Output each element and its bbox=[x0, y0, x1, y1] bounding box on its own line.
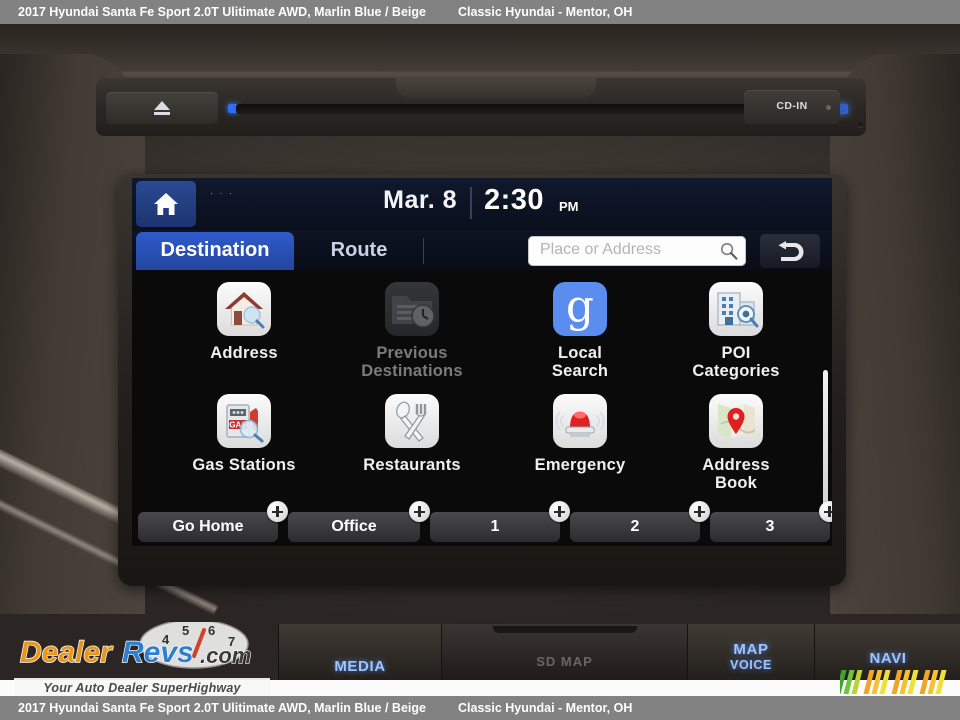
building-search-icon bbox=[709, 282, 763, 336]
status-separator bbox=[470, 187, 472, 219]
shortcut-office[interactable]: Office bbox=[288, 501, 430, 542]
shortcut-2[interactable]: 2 bbox=[570, 501, 710, 542]
status-ampm: PM bbox=[559, 199, 579, 214]
logo-text-dealer: Dealer bbox=[20, 636, 114, 669]
dealer-name-bottom: Classic Hyundai - Mentor, OH bbox=[458, 701, 633, 715]
rainbow-stripes-icon bbox=[840, 670, 947, 694]
tab-route[interactable]: Route bbox=[300, 232, 418, 270]
dealerrevs-logo: 4 5 6 7 Dealer Revs .com bbox=[19, 622, 252, 670]
watermark-tagline: Your Auto Dealer SuperHighway bbox=[14, 678, 270, 698]
grid-item-emergency[interactable]: Emergency bbox=[496, 394, 664, 474]
status-date: Mar. 8 bbox=[383, 186, 457, 214]
logo-text-com: .com bbox=[200, 643, 251, 668]
cd-slot-panel: CD-IN bbox=[96, 78, 866, 136]
nav-status-bar: · · · Mar. 8 2:30 PM bbox=[132, 178, 832, 230]
vehicle-title-top: 2017 Hyundai Santa Fe Sport 2.0T Ulitima… bbox=[18, 5, 426, 19]
sd-map-label: SD MAP bbox=[536, 654, 593, 669]
shortcut-label-1: 1 bbox=[490, 518, 500, 535]
map-voice-button[interactable]: MAP VOICE bbox=[687, 624, 815, 682]
shortcut-label-go-home: Go Home bbox=[172, 518, 244, 535]
add-shortcut-icon-1[interactable] bbox=[549, 501, 570, 522]
house-search-icon bbox=[217, 282, 271, 336]
dash-hood bbox=[0, 24, 960, 76]
grid-item-previous-destinations[interactable]: Previous Destinations bbox=[328, 282, 496, 380]
cd-in-dot bbox=[826, 105, 831, 110]
add-shortcut-icon-3[interactable] bbox=[819, 501, 832, 522]
home-button[interactable] bbox=[136, 181, 196, 227]
cd-in-button[interactable]: CD-IN bbox=[744, 90, 840, 124]
grid-item-address-book[interactable]: Address Book bbox=[652, 394, 820, 492]
shortcut-label-office: Office bbox=[331, 518, 377, 535]
shortcut-bar: Go Home Office 1 2 3 bbox=[132, 501, 832, 546]
destination-icon-grid: Address Previous Destinations g Local Se… bbox=[132, 270, 832, 520]
bottom-caption-bar: 2017 Hyundai Santa Fe Sport 2.0T Ulitima… bbox=[0, 696, 960, 720]
media-button[interactable]: MEDIA bbox=[278, 624, 442, 682]
vehicle-title-bottom: 2017 Hyundai Santa Fe Sport 2.0T Ulitima… bbox=[18, 701, 426, 715]
add-shortcut-icon-2[interactable] bbox=[689, 501, 710, 522]
grid-label-address-book: Address Book bbox=[702, 456, 770, 492]
shortcut-3[interactable]: 3 bbox=[710, 501, 832, 542]
google-g-glyph: g bbox=[565, 282, 595, 332]
dash-screw-dot bbox=[858, 122, 863, 127]
grid-item-address[interactable]: Address bbox=[160, 282, 328, 362]
tab-divider bbox=[423, 238, 424, 264]
back-button[interactable] bbox=[760, 234, 820, 268]
grid-label-local-search: Local Search bbox=[551, 344, 609, 380]
eject-icon bbox=[154, 101, 170, 110]
eject-icon-bar bbox=[154, 112, 170, 115]
shortcut-go-home[interactable]: Go Home bbox=[138, 501, 288, 542]
svg-text:6: 6 bbox=[208, 623, 215, 638]
status-dots: · · · bbox=[210, 188, 234, 198]
dealer-name-top: Classic Hyundai - Mentor, OH bbox=[458, 5, 633, 19]
grid-label-previous-destinations: Previous Destinations bbox=[361, 344, 463, 380]
grid-label-poi-categories: POI Categories bbox=[692, 344, 780, 380]
grid-item-gas-stations[interactable]: GAS Gas Stations bbox=[160, 394, 328, 474]
navi-button-label: NAVI bbox=[869, 650, 907, 667]
sd-map-slot[interactable]: SD MAP bbox=[441, 624, 688, 682]
screenshot-root: 2017 Hyundai Santa Fe Sport 2.0T Ulitima… bbox=[0, 0, 960, 720]
map-pin-icon bbox=[709, 394, 763, 448]
add-shortcut-icon-go-home[interactable] bbox=[267, 501, 288, 522]
grid-label-gas-stations: Gas Stations bbox=[192, 456, 296, 474]
add-shortcut-icon-office[interactable] bbox=[409, 501, 430, 522]
gas-pump-icon: GAS bbox=[217, 394, 271, 448]
cd-panel-bump bbox=[396, 78, 596, 98]
fork-spoon-icon bbox=[385, 394, 439, 448]
search-placeholder: Place or Address bbox=[540, 241, 661, 258]
top-caption-bar: 2017 Hyundai Santa Fe Sport 2.0T Ulitima… bbox=[0, 0, 960, 24]
back-arrow-icon bbox=[778, 241, 804, 261]
search-icon bbox=[720, 242, 738, 260]
nav-tab-bar: Destination Route Place or Address bbox=[132, 230, 832, 272]
shortcut-1[interactable]: 1 bbox=[430, 501, 570, 542]
sd-slot-notch bbox=[492, 626, 637, 633]
map-voice-label-map: MAP bbox=[733, 641, 769, 658]
tab-destination[interactable]: Destination bbox=[136, 232, 294, 270]
grid-scrollbar[interactable] bbox=[823, 370, 828, 520]
grid-label-restaurants: Restaurants bbox=[363, 456, 461, 474]
grid-item-poi-categories[interactable]: POI Categories bbox=[652, 282, 820, 380]
map-voice-label-voice: VOICE bbox=[730, 658, 772, 672]
siren-icon bbox=[553, 394, 607, 448]
google-g-icon: g bbox=[553, 282, 607, 336]
dash-right-trim bbox=[830, 54, 960, 614]
logo-text-revs: Revs bbox=[122, 636, 194, 669]
grid-item-restaurants[interactable]: Restaurants bbox=[328, 394, 496, 474]
dealer-watermark: 4 5 6 7 Dealer Revs .com Your Auto Deale… bbox=[14, 620, 284, 698]
eject-button[interactable] bbox=[106, 92, 218, 124]
search-input[interactable]: Place or Address bbox=[528, 236, 746, 266]
status-time: 2:30 bbox=[484, 184, 545, 216]
folder-clock-icon bbox=[385, 282, 439, 336]
media-button-label: MEDIA bbox=[334, 658, 386, 675]
grid-label-emergency: Emergency bbox=[534, 456, 626, 474]
grid-item-local-search[interactable]: g Local Search bbox=[496, 282, 664, 380]
grid-label-address: Address bbox=[210, 344, 278, 362]
home-icon bbox=[154, 193, 178, 215]
shortcut-label-2: 2 bbox=[630, 518, 640, 535]
navigation-screen: · · · Mar. 8 2:30 PM Destination Route P… bbox=[132, 178, 832, 546]
shortcut-label-3: 3 bbox=[765, 518, 775, 535]
